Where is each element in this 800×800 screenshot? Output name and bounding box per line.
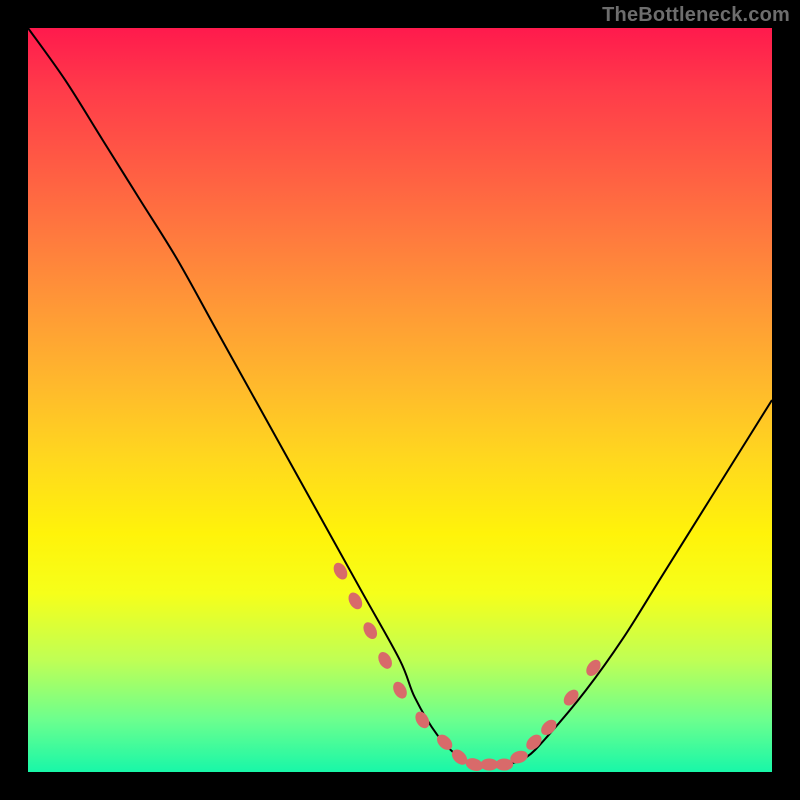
plot-area	[28, 28, 772, 772]
chart-svg	[28, 28, 772, 772]
curve-marker	[361, 620, 380, 642]
curve-marker	[413, 709, 433, 731]
curve-marker	[561, 687, 582, 709]
marker-group	[331, 560, 604, 772]
curve-marker	[583, 657, 603, 679]
curve-marker	[390, 679, 409, 701]
watermark-text: TheBottleneck.com	[602, 4, 790, 27]
curve-marker	[495, 759, 513, 771]
curve-marker	[376, 650, 395, 672]
chart-frame: TheBottleneck.com	[0, 0, 800, 800]
bottleneck-curve	[28, 28, 772, 765]
